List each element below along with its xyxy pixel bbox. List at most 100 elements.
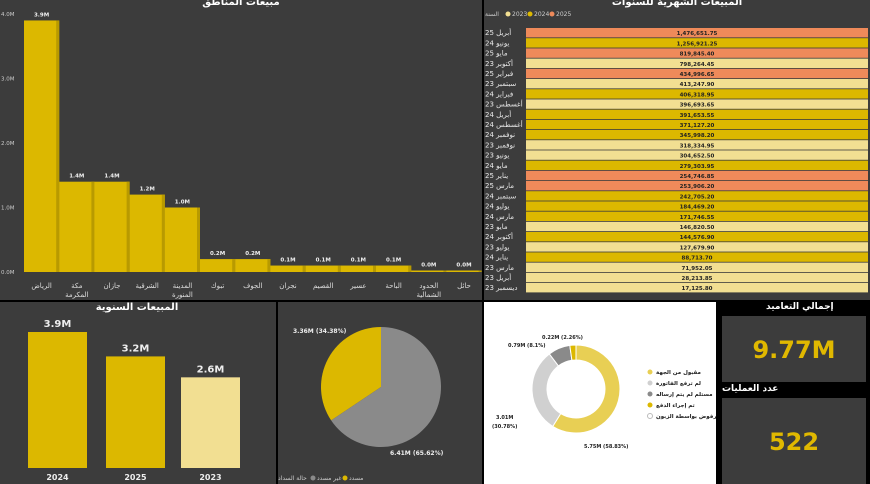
legend-marker[interactable] — [647, 380, 653, 386]
legend-marker[interactable] — [549, 11, 555, 17]
category-label: الحدود — [419, 282, 438, 290]
legend-label: مستلم لم يتم إرساله — [656, 392, 712, 398]
legend-marker[interactable] — [647, 391, 653, 397]
region-bar[interactable] — [200, 259, 236, 272]
invoice-status-panel: 5.75M (58.83%) 3.01M (30.78%) 0.79M (8.1%) 0… — [484, 302, 716, 484]
region-bar-shade — [161, 194, 165, 272]
legend-marker[interactable] — [647, 369, 653, 375]
month-label: مارس 25 — [485, 182, 514, 190]
data-label: 0.1M — [351, 258, 366, 264]
yearly-bar[interactable] — [28, 332, 87, 468]
legend-label: مقبول من الجهة — [656, 370, 701, 376]
region-bar[interactable] — [411, 270, 447, 273]
data-label: 0.0M — [421, 263, 436, 269]
data-label: 1.0M — [175, 200, 190, 206]
legend-label: مرفوض بواسطة الزبون — [656, 414, 716, 420]
month-value: 17,125.80 — [682, 286, 713, 292]
month-label: أبريل 25 — [485, 28, 511, 37]
y-tick-label: 3.0M — [1, 77, 15, 83]
region-bar[interactable] — [305, 265, 341, 272]
legend-label: 2023 — [512, 11, 527, 18]
month-value: 253,906.20 — [680, 184, 715, 190]
month-label: أكتوبر 24 — [485, 232, 513, 241]
monthly-sales-panel: المبيعات الشهرية للسنوات السنة 2023 2024 20… — [484, 0, 870, 300]
legend-marker[interactable] — [310, 475, 316, 481]
category-label: مكة — [71, 282, 83, 290]
yearly-bar[interactable] — [106, 356, 165, 468]
month-label: فبراير 25 — [485, 70, 513, 78]
payment-status-panel: 3.36M (34.38%) 6.41M (65.62%) حالة السداد… — [278, 302, 482, 484]
month-label: أبريل 23 — [485, 273, 511, 282]
category-label: عسير — [349, 282, 366, 290]
category-label: الرياض — [31, 282, 52, 290]
region-bar-shade — [337, 265, 341, 272]
month-label: نوفمبر 24 — [485, 131, 515, 139]
month-label: أغسطس 24 — [485, 120, 523, 129]
month-value: 254,746.85 — [680, 174, 715, 180]
month-label: يوليو 23 — [485, 243, 510, 251]
month-value: 345,998.20 — [680, 133, 715, 139]
legend-marker[interactable] — [342, 475, 348, 481]
yearly-category-label: 2025 — [124, 473, 147, 482]
month-label: فبراير 24 — [485, 90, 513, 98]
legend-title: حالة السداد — [278, 475, 307, 482]
region-bar[interactable] — [59, 181, 95, 272]
region-bar[interactable] — [164, 207, 200, 273]
month-value: 819,845.40 — [680, 52, 715, 58]
legend-label: 2024 — [534, 11, 549, 18]
yearly-bar[interactable] — [181, 377, 240, 468]
region-bar-shade — [408, 265, 412, 272]
kpi-total-card: إجمالي التعاميد 9.77M — [718, 302, 870, 384]
month-label: أكتوبر 23 — [485, 59, 513, 68]
month-value: 1,256,921.25 — [677, 41, 718, 47]
region-bar[interactable] — [270, 265, 306, 272]
month-label: أبريل 24 — [485, 110, 511, 119]
monthly-sales-chart[interactable]: المبيعات الشهرية للسنوات السنة 2023 2024 20… — [484, 0, 870, 300]
kpi-count-label: عدد العمليات — [722, 384, 779, 394]
region-bar-shade — [197, 207, 200, 272]
region-bar[interactable] — [340, 265, 376, 272]
month-label: نوفمبر 23 — [485, 141, 515, 149]
legend-marker[interactable] — [647, 413, 653, 419]
monthly-sales-title: المبيعات الشهرية للسنوات — [612, 0, 742, 8]
data-label: 1.4M — [69, 174, 84, 180]
payment-status-chart[interactable]: 3.36M (34.38%) 6.41M (65.62%) حالة السداد… — [278, 302, 482, 484]
yearly-data-label: 3.9M — [44, 319, 72, 330]
region-bar[interactable] — [129, 194, 165, 272]
month-label: مايو 25 — [485, 50, 508, 58]
region-bar[interactable] — [446, 270, 482, 273]
kpi-count-card: عدد العمليات 522 — [718, 384, 870, 484]
region-bar[interactable] — [376, 265, 412, 272]
region-bar-shade — [373, 265, 376, 272]
category-label: المنورة — [172, 291, 193, 299]
kpi-count-box: 522 — [722, 398, 866, 484]
donut-slice[interactable] — [531, 353, 562, 428]
yearly-data-label: 2.6M — [197, 364, 225, 375]
month-label: يونيو 24 — [485, 39, 509, 47]
region-bar[interactable] — [94, 181, 130, 272]
region-sales-chart[interactable]: مبيعات المناطق 0.0M 1.0M 2.0M 3.0M 4.0M 3.9M… — [0, 0, 482, 300]
month-value: 146,820.50 — [680, 225, 715, 231]
yearly-sales-title: المبيعات السنوية — [96, 302, 179, 313]
region-bar[interactable] — [235, 259, 271, 272]
month-value: 413,247.90 — [680, 82, 715, 88]
invoice-status-chart[interactable]: 5.75M (58.83%) 3.01M (30.78%) 0.79M (8.1%) 0… — [484, 302, 716, 484]
category-label: حائل — [457, 282, 471, 290]
yearly-sales-chart[interactable]: المبيعات السنوية 3.9M 2024 3.2M 2025 2.6M 202… — [0, 302, 276, 484]
data-label: 0.1M — [316, 258, 331, 264]
month-label: سبتمبر 23 — [485, 80, 516, 88]
kpi-total-box: 9.77M — [722, 316, 866, 382]
legend-marker[interactable] — [647, 402, 653, 408]
region-bar-shade — [443, 270, 447, 272]
region-bar-shade — [126, 181, 130, 272]
legend-marker[interactable] — [527, 11, 533, 17]
month-label: مارس 23 — [485, 264, 514, 272]
region-bar-shade — [267, 259, 271, 272]
kpi-count-value: 522 — [768, 428, 820, 456]
region-bar[interactable] — [24, 20, 60, 273]
month-value: 171,746.55 — [680, 215, 715, 221]
legend-marker[interactable] — [505, 11, 511, 17]
legend-label: مسدد — [349, 475, 363, 482]
yearly-category-label: 2024 — [46, 473, 69, 482]
month-label: ديسمبر 23 — [485, 284, 517, 292]
